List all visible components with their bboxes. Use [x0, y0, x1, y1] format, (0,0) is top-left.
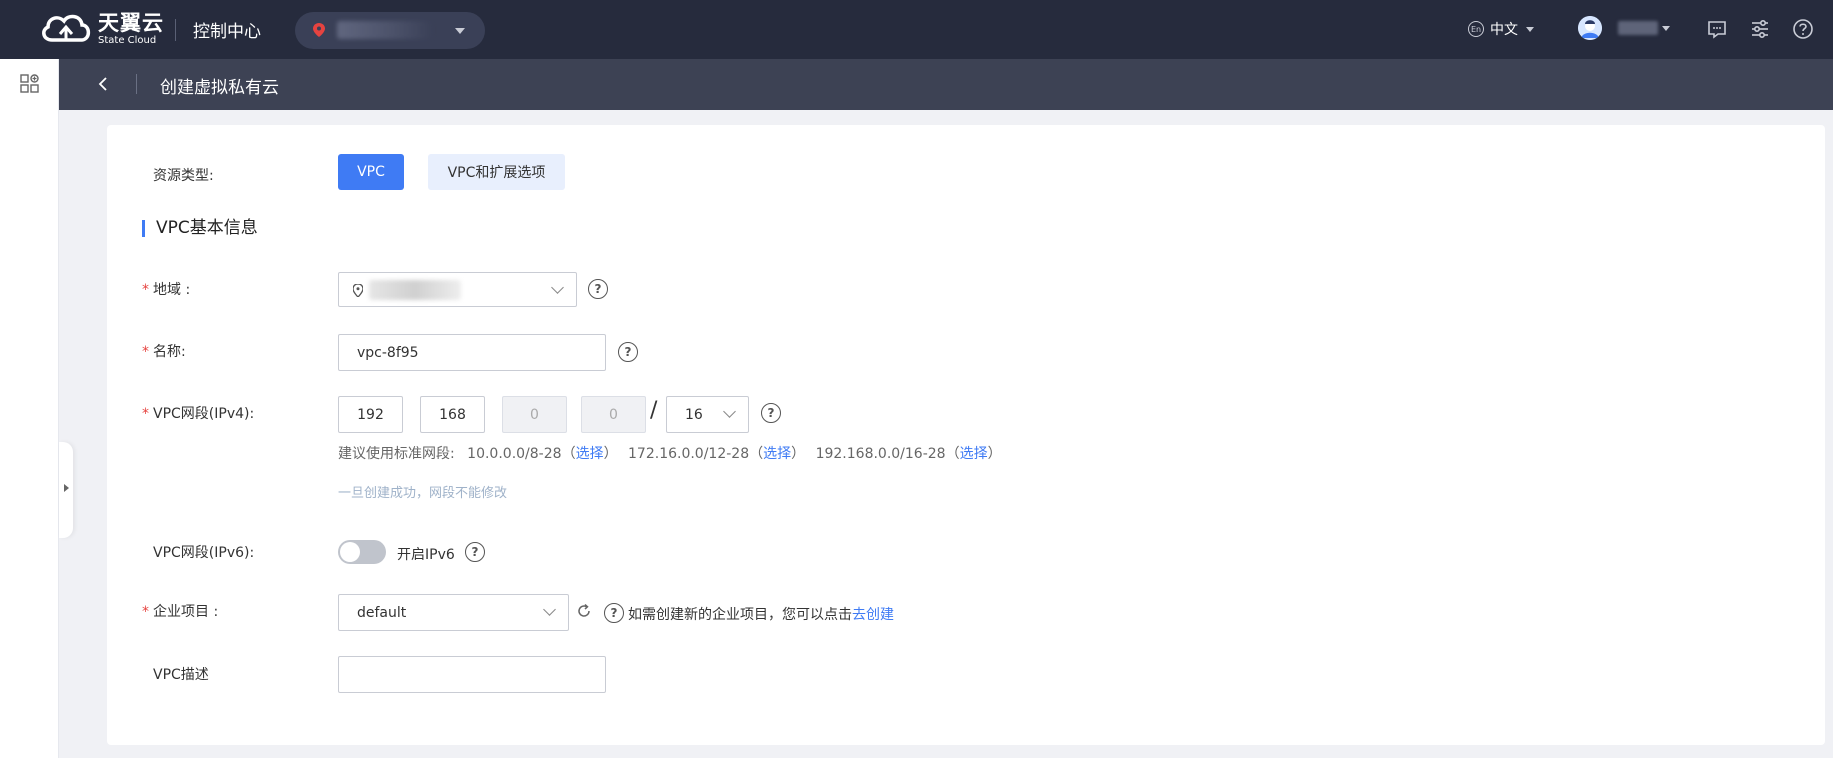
console-title[interactable]: 控制中心 [193, 17, 261, 42]
logo-divider [175, 19, 176, 41]
caret-down-icon [1662, 25, 1670, 31]
resource-type-vpc-button[interactable]: VPC [338, 154, 404, 190]
name-label: * 名称: [142, 341, 186, 361]
name-label-text: 名称: [153, 344, 186, 360]
region-help-icon[interactable]: ? [588, 279, 608, 299]
brand-name-cn: 天翼云 [98, 10, 164, 35]
ipv4-suggestion-hint: 建议使用标准网段: 10.0.0.0/8-28（选择） 172.16.0.0/1… [338, 446, 1002, 462]
back-arrow-icon[interactable] [95, 75, 113, 93]
top-nav-bar: 天翼云 State Cloud 控制中心 En 中文 [0, 0, 1833, 59]
chevron-down-icon [723, 405, 736, 418]
ipv6-toggle[interactable] [338, 540, 386, 564]
ipv4-mask-select[interactable]: 16 [666, 396, 749, 433]
settings-sliders-icon[interactable] [1749, 18, 1771, 40]
brand-logo[interactable]: 天翼云 State Cloud [38, 12, 164, 46]
refresh-icon[interactable] [576, 603, 592, 619]
enterprise-project-hint: 如需创建新的企业项目，您可以点击去创建 [628, 604, 894, 624]
toggle-knob [340, 542, 360, 562]
enterprise-project-label-text: 企业项目 : [153, 604, 219, 620]
select-suggestion-3-link[interactable]: 选择 [960, 446, 988, 462]
cidr-slash: / [650, 398, 658, 423]
chevron-down-icon [551, 281, 564, 294]
region-value-redacted [369, 280, 461, 300]
description-label: VPC描述 [153, 667, 209, 683]
required-mark: * [142, 344, 149, 360]
left-sidebar [0, 59, 59, 758]
suggestion-1: 10.0.0.0/8-28 [467, 446, 562, 462]
ipv6-toggle-label: 开启IPv6 [397, 547, 455, 563]
create-vpc-form-card: 资源类型: VPC VPC和扩展选项 VPC基本信息 * 地域 : ? * 名称: … [107, 125, 1825, 745]
suggest-prefix: 建议使用标准网段: [338, 446, 455, 462]
user-menu[interactable] [1578, 16, 1670, 40]
section-title: VPC基本信息 [142, 220, 258, 237]
required-mark: * [142, 604, 149, 620]
region-name-redacted [337, 21, 433, 39]
ipv4-octet-3-input: 0 [502, 396, 567, 433]
region-select[interactable] [338, 272, 577, 307]
required-mark: * [142, 282, 149, 298]
ipv4-label-text: VPC网段(IPv4): [153, 406, 255, 422]
region-label: * 地域 : [142, 279, 190, 299]
language-globe-icon: En [1468, 21, 1484, 37]
enterprise-project-value: default [357, 604, 407, 621]
caret-down-icon [1526, 26, 1534, 32]
ipv4-octet-2-input[interactable]: 168 [420, 396, 485, 433]
caret-down-icon [455, 28, 465, 34]
name-help-icon[interactable]: ? [618, 342, 638, 362]
caret-right-icon [64, 484, 69, 492]
ipv4-mask-value: 16 [685, 406, 703, 423]
header-divider [136, 74, 137, 94]
select-suggestion-2-link[interactable]: 选择 [763, 446, 791, 462]
ipv6-label: VPC网段(IPv6): [153, 545, 255, 561]
vpc-name-input[interactable]: vpc-8f95 [338, 334, 606, 371]
location-pin-icon [313, 23, 325, 37]
create-enterprise-project-link[interactable]: 去创建 [852, 607, 894, 623]
enterprise-project-help-icon[interactable]: ? [604, 603, 624, 623]
required-mark: * [142, 406, 149, 422]
resource-type-label: 资源类型: [153, 168, 214, 184]
ipv4-label: * VPC网段(IPv4): [142, 403, 254, 423]
location-pin-icon [353, 284, 363, 297]
vpc-description-input[interactable] [338, 656, 606, 693]
message-icon[interactable] [1706, 18, 1728, 40]
suggestion-2: 172.16.0.0/12-28 [628, 446, 750, 462]
username-redacted [1618, 21, 1658, 35]
language-label: 中文 [1490, 22, 1518, 38]
select-suggestion-1-link[interactable]: 选择 [576, 446, 604, 462]
ipv4-octet-4-input: 0 [581, 396, 646, 433]
ipv4-octet-1-input[interactable]: 192 [338, 396, 403, 433]
help-icon[interactable] [1792, 18, 1814, 40]
avatar [1578, 16, 1602, 40]
page-title: 创建虚拟私有云 [160, 78, 279, 98]
enterprise-project-hint-text: 如需创建新的企业项目，您可以点击 [628, 607, 852, 623]
apps-grid-icon[interactable] [20, 74, 40, 94]
enterprise-project-label: * 企业项目 : [142, 601, 218, 621]
language-switcher[interactable]: En 中文 [1468, 19, 1534, 39]
ipv6-help-icon[interactable]: ? [465, 542, 485, 562]
brand-name-en: State Cloud [98, 34, 157, 46]
sidebar-expand-handle[interactable] [59, 442, 73, 538]
suggestion-3: 192.168.0.0/16-28 [815, 446, 946, 462]
global-region-selector[interactable] [295, 12, 485, 49]
region-label-text: 地域 : [153, 282, 191, 298]
chevron-down-icon [543, 603, 556, 616]
enterprise-project-select[interactable]: default [338, 594, 569, 631]
ipv4-help-icon[interactable]: ? [761, 403, 781, 423]
page-header: 创建虚拟私有云 [59, 59, 1833, 110]
cloud-logo-icon [42, 14, 91, 42]
resource-type-vpc-extended-button[interactable]: VPC和扩展选项 [428, 154, 565, 190]
ipv4-immutable-notice: 一旦创建成功，网段不能修改 [338, 486, 508, 501]
